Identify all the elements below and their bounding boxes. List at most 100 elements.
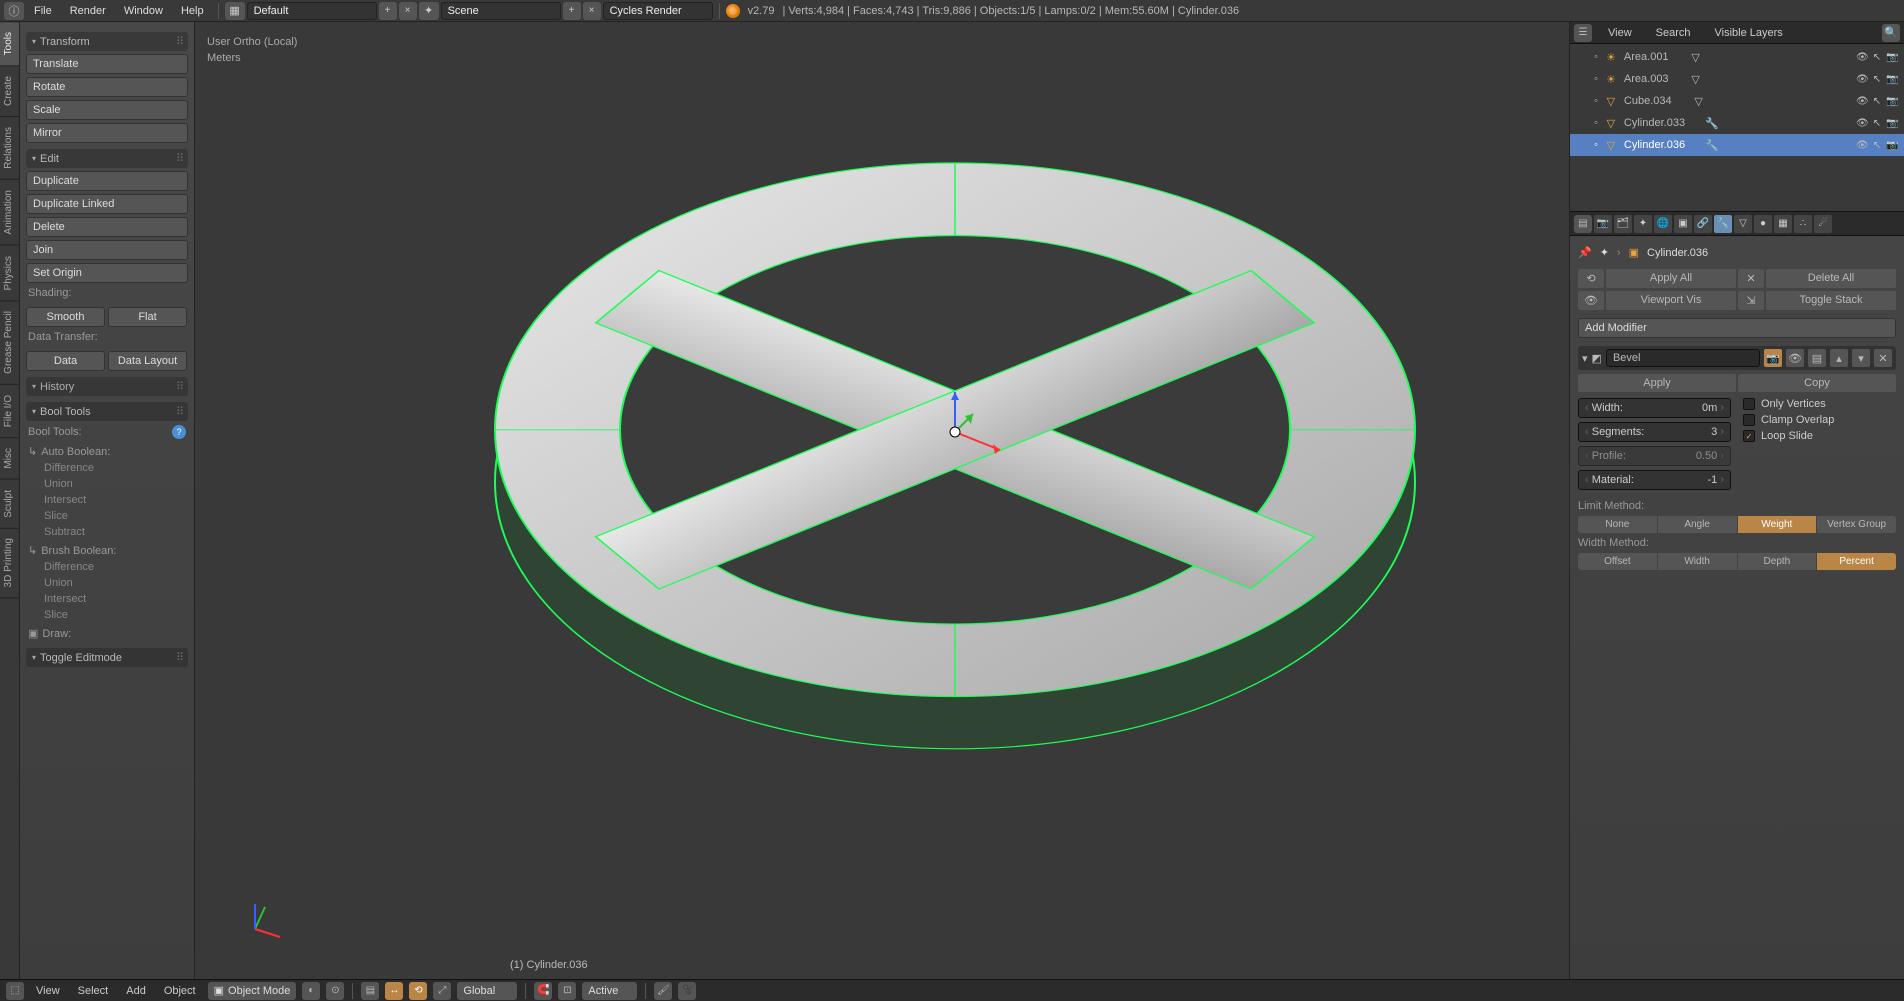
duplicate-linked-button[interactable]: Duplicate Linked [26, 194, 188, 214]
translate-button[interactable]: Translate [26, 54, 188, 74]
brush-union[interactable]: Union [26, 575, 188, 591]
screen-layout-icon[interactable]: ▦ [225, 2, 245, 20]
copy-button[interactable]: Copy [1738, 374, 1896, 392]
delete-button[interactable]: Delete [26, 217, 188, 237]
delete-all-icon[interactable]: ✕ [1738, 269, 1764, 288]
mirror-button[interactable]: Mirror [26, 123, 188, 143]
outliner-editor-icon[interactable]: ☰ [1574, 24, 1592, 42]
panel-transform-header[interactable]: Transform⠿ [26, 32, 188, 51]
tab-material[interactable]: ● [1754, 215, 1772, 233]
tab-particles[interactable]: ∴ [1794, 215, 1812, 233]
remove-modifier-icon[interactable]: ✕ [1874, 349, 1892, 367]
seg-percent[interactable]: Percent [1817, 553, 1896, 570]
toggle-stack-icon[interactable]: ⇲ [1738, 291, 1764, 310]
tab-modifiers[interactable]: 🔧 [1714, 215, 1732, 233]
delete-all-button[interactable]: Delete All [1766, 269, 1896, 288]
shade-smooth-button[interactable]: Smooth [26, 307, 105, 327]
vtab-tools[interactable]: Tools [0, 22, 19, 66]
brush-slice[interactable]: Slice [26, 607, 188, 623]
auto-difference[interactable]: Difference [26, 460, 188, 476]
props-editor-icon[interactable]: ▤ [1574, 215, 1592, 233]
clamp-overlap-checkbox[interactable]: Clamp Overlap [1743, 414, 1896, 426]
show-editmode-icon[interactable]: ▤ [1808, 349, 1826, 367]
orientation-selector[interactable]: Global [457, 982, 517, 1000]
camera-icon[interactable]: 🎥 [678, 982, 696, 1000]
render-preview-icon[interactable]: 🖌 [654, 982, 672, 1000]
tab-physics[interactable]: ☄ [1814, 215, 1832, 233]
apply-all-icon[interactable]: ⟲ [1578, 269, 1604, 288]
search-icon[interactable]: 🔍 [1882, 24, 1900, 42]
shade-flat-button[interactable]: Flat [108, 307, 187, 327]
shading-sphere-icon[interactable]: ◐ [302, 982, 320, 1000]
duplicate-button[interactable]: Duplicate [26, 171, 188, 191]
auto-intersect[interactable]: Intersect [26, 492, 188, 508]
data-layout-button[interactable]: Data Layout [108, 351, 187, 371]
viewport-vis-icon[interactable]: 👁 [1578, 291, 1604, 310]
vtab-misc[interactable]: Misc [0, 438, 19, 480]
scale-button[interactable]: Scale [26, 100, 188, 120]
manipulator-scale-icon[interactable]: ⤢ [433, 982, 451, 1000]
rotate-button[interactable]: Rotate [26, 77, 188, 97]
menu-render[interactable]: Render [62, 5, 114, 17]
menu-object[interactable]: Object [158, 985, 202, 997]
tab-scene[interactable]: ✦ [1634, 215, 1652, 233]
viewport-vis-button[interactable]: Viewport Vis [1606, 291, 1736, 310]
outliner-item[interactable]: ◦☀Area.001▽👁↖📷 [1570, 46, 1904, 68]
panel-booltools-header[interactable]: Bool Tools⠿ [26, 402, 188, 421]
snap-element-icon[interactable]: ⊡ [558, 982, 576, 1000]
manipulator-rotate-icon[interactable]: ⟲ [409, 982, 427, 1000]
profile-field[interactable]: Profile:0.50 [1578, 446, 1731, 466]
move-up-icon[interactable]: ▴ [1830, 349, 1848, 367]
menu-window[interactable]: Window [116, 5, 171, 17]
outliner-item[interactable]: ◦▽Cylinder.036🔧👁↖📷 [1570, 134, 1904, 156]
remove-scene-button[interactable]: × [583, 2, 601, 20]
scene-field[interactable]: Scene [441, 2, 561, 20]
info-editor-icon[interactable]: ⓘ [4, 2, 24, 20]
vtab-file-io[interactable]: File I/O [0, 385, 19, 438]
panel-toggle-editmode[interactable]: Toggle Editmode⠿ [26, 648, 188, 667]
seg-depth[interactable]: Depth [1738, 553, 1817, 570]
tab-object[interactable]: ▣ [1674, 215, 1692, 233]
layers-icon[interactable]: ▤ [361, 982, 379, 1000]
width-method-segment[interactable]: OffsetWidthDepthPercent [1578, 553, 1896, 570]
seg-width[interactable]: Width [1658, 553, 1737, 570]
outliner-visible-layers[interactable]: Visible Layers [1707, 25, 1791, 41]
snap-toggle-icon[interactable]: 🧲 [534, 982, 552, 1000]
pivot-icon[interactable]: ⊙ [326, 982, 344, 1000]
move-down-icon[interactable]: ▾ [1852, 349, 1870, 367]
pin-icon[interactable]: 📌 [1578, 246, 1592, 259]
menu-file[interactable]: File [26, 5, 60, 17]
vtab-grease-pencil[interactable]: Grease Pencil [0, 301, 19, 385]
tab-world[interactable]: 🌐 [1654, 215, 1672, 233]
set-origin-button[interactable]: Set Origin [26, 263, 188, 283]
outliner-item[interactable]: ◦▽Cylinder.033🔧👁↖📷 [1570, 112, 1904, 134]
outliner-search[interactable]: Search [1648, 25, 1699, 41]
panel-history-header[interactable]: History⠿ [26, 377, 188, 396]
apply-all-button[interactable]: Apply All [1606, 269, 1736, 288]
seg-angle[interactable]: Angle [1658, 516, 1737, 533]
panel-edit-header[interactable]: Edit⠿ [26, 149, 188, 168]
brush-intersect[interactable]: Intersect [26, 591, 188, 607]
vtab-create[interactable]: Create [0, 66, 19, 117]
add-modifier-button[interactable]: Add Modifier [1578, 318, 1896, 338]
show-render-icon[interactable]: 📷 [1764, 349, 1782, 367]
vtab-sculpt[interactable]: Sculpt [0, 480, 19, 529]
help-icon[interactable]: ? [172, 425, 186, 439]
menu-view[interactable]: View [30, 985, 66, 997]
vtab-3d-printing[interactable]: 3D Printing [0, 528, 19, 598]
seg-offset[interactable]: Offset [1578, 553, 1657, 570]
menu-select[interactable]: Select [72, 985, 115, 997]
vtab-physics[interactable]: Physics [0, 246, 19, 301]
seg-weight[interactable]: Weight [1738, 516, 1817, 533]
seg-vertex-group[interactable]: Vertex Group [1817, 516, 1896, 533]
apply-button[interactable]: Apply [1578, 374, 1736, 392]
auto-subtract[interactable]: Subtract [26, 524, 188, 540]
only-vertices-checkbox[interactable]: Only Vertices [1743, 398, 1896, 410]
add-layout-button[interactable]: + [379, 2, 397, 20]
tab-constraints[interactable]: 🔗 [1694, 215, 1712, 233]
vtab-animation[interactable]: Animation [0, 180, 19, 245]
modifier-name-field[interactable]: Bevel [1606, 349, 1760, 367]
tab-render[interactable]: 📷 [1594, 215, 1612, 233]
mode-selector[interactable]: ▣ Object Mode [208, 982, 297, 1000]
toggle-stack-button[interactable]: Toggle Stack [1766, 291, 1896, 310]
